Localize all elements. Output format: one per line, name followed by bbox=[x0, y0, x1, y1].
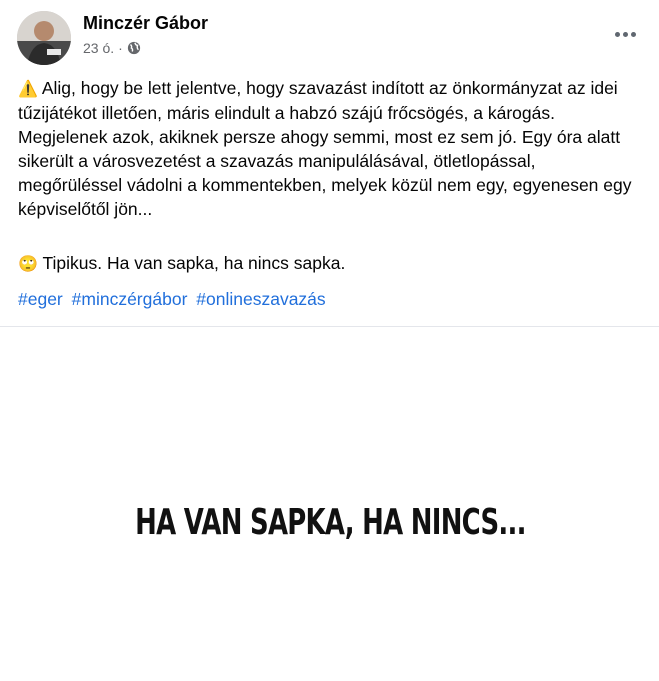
hashtag-link[interactable]: #eger bbox=[18, 289, 63, 309]
post-paragraph-2: 🙄 Tipikus. Ha van sapka, ha nincs sapka. bbox=[18, 251, 643, 276]
paragraph-1-text: Alig, hogy be lett jelentve, hogy szavaz… bbox=[18, 78, 632, 219]
meta-separator: · bbox=[118, 40, 123, 56]
post-paragraph-1: ⚠️ Alig, hogy be lett jelentve, hogy sza… bbox=[18, 76, 643, 221]
warning-emoji: ⚠️ bbox=[18, 79, 38, 98]
post-image[interactable]: HA VAN SAPKA, HA NINCS... bbox=[0, 327, 659, 681]
post-text: ⚠️ Alig, hogy be lett jelentve, hogy sza… bbox=[18, 76, 643, 221]
more-dot bbox=[614, 31, 620, 37]
hashtag-link[interactable]: #minczérgábor bbox=[72, 289, 188, 309]
author-name[interactable]: Minczér Gábor bbox=[83, 13, 208, 34]
hashtag-link[interactable]: #onlineszavazás bbox=[196, 289, 325, 309]
image-caption-text: HA VAN SAPKA, HA NINCS... bbox=[135, 502, 526, 543]
more-options-icon[interactable] bbox=[608, 22, 642, 46]
globe-icon[interactable] bbox=[127, 41, 141, 55]
avatar[interactable] bbox=[17, 11, 71, 65]
hashtag-list: #eger #minczérgábor #onlineszavazás bbox=[18, 287, 330, 311]
eye-roll-emoji: 🙄 bbox=[18, 254, 38, 273]
paragraph-2-text: Tipikus. Ha van sapka, ha nincs sapka. bbox=[37, 253, 346, 273]
more-dot bbox=[630, 31, 636, 37]
post-timestamp[interactable]: 23 ó. bbox=[83, 40, 114, 56]
avatar-photo bbox=[17, 11, 71, 65]
post-meta: 23 ó. · bbox=[83, 40, 141, 56]
post-header: Minczér Gábor 23 ó. · bbox=[0, 0, 659, 70]
more-dot bbox=[622, 31, 628, 37]
